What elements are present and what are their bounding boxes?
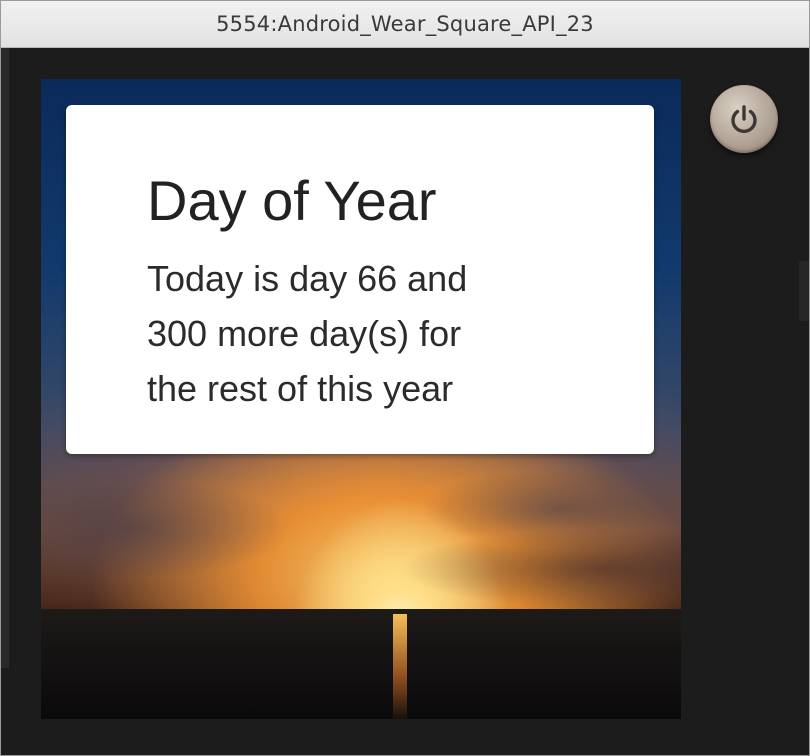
window-title: 5554:Android_Wear_Square_API_23 [216, 12, 594, 36]
sun-reflection [393, 614, 407, 719]
power-icon [731, 105, 757, 134]
sunset-clouds [41, 459, 681, 609]
card-body: Today is day 66 and 300 more day(s) for … [147, 251, 607, 416]
card-body-line: Today is day 66 and [147, 258, 468, 299]
emulator-left-edge [1, 48, 9, 668]
emulator-window: 5554:Android_Wear_Square_API_23 Day of Y… [0, 0, 810, 756]
window-titlebar[interactable]: 5554:Android_Wear_Square_API_23 [1, 1, 809, 48]
notification-card[interactable]: Day of Year Today is day 66 and 300 more… [66, 105, 654, 454]
watch-screen[interactable]: Day of Year Today is day 66 and 300 more… [41, 79, 681, 719]
card-body-line: the rest of this year [147, 368, 454, 409]
sea-background [41, 609, 681, 719]
emulator-right-edge [799, 261, 809, 321]
card-title: Day of Year [147, 169, 437, 232]
card-body-line: 300 more day(s) for [147, 313, 462, 354]
power-button[interactable] [710, 85, 778, 153]
